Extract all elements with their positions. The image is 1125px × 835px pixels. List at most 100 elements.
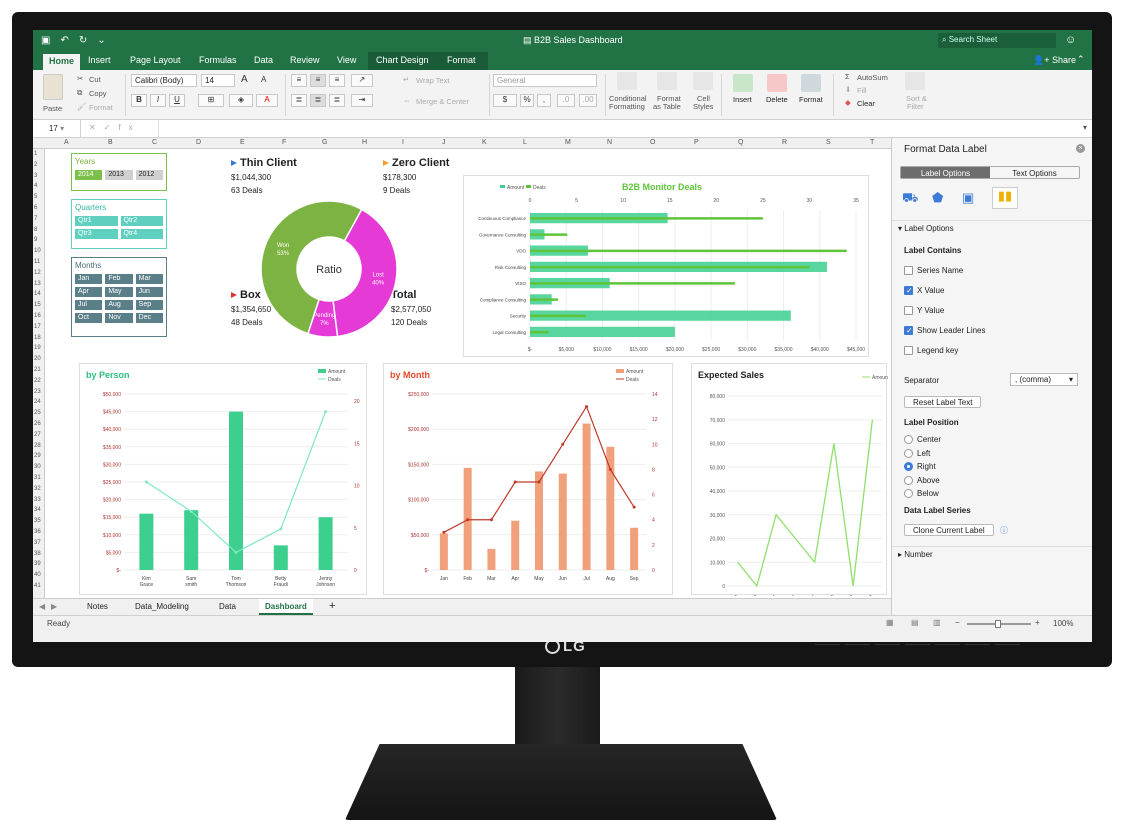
- row-header[interactable]: 14: [34, 291, 41, 297]
- checkbox[interactable]: ✓: [904, 326, 913, 335]
- merge-center-button[interactable]: Merge & Center: [416, 97, 469, 106]
- column-header[interactable]: K: [482, 139, 487, 146]
- wrap-text-button[interactable]: Wrap Text: [416, 76, 450, 85]
- comma-button[interactable]: ,: [537, 94, 551, 107]
- row-header[interactable]: 7: [34, 216, 37, 222]
- column-header[interactable]: S: [826, 139, 831, 146]
- column-header[interactable]: R: [782, 139, 787, 146]
- sheet-tab-notes[interactable]: Notes: [87, 602, 108, 611]
- radio-label[interactable]: Above: [917, 476, 940, 485]
- row-header[interactable]: 16: [34, 313, 41, 319]
- fill-color-button[interactable]: ◈: [229, 94, 253, 107]
- row-header[interactable]: 6: [34, 205, 37, 211]
- row-header[interactable]: 30: [34, 464, 41, 470]
- sheet-tab-dashboard[interactable]: Dashboard: [259, 599, 313, 615]
- column-header[interactable]: G: [322, 139, 327, 146]
- expand-formula-icon[interactable]: ▾: [1083, 123, 1087, 132]
- slicer-item-2012[interactable]: 2012: [135, 170, 163, 180]
- row-header[interactable]: 32: [34, 486, 41, 492]
- section-number[interactable]: ▸ Number: [892, 546, 1092, 562]
- zoom-slider-handle[interactable]: [995, 620, 1001, 628]
- font-size-select[interactable]: 14: [201, 74, 235, 87]
- checkbox-label[interactable]: X Value: [917, 286, 944, 295]
- radio-button[interactable]: [904, 489, 913, 498]
- column-header[interactable]: O: [650, 139, 655, 146]
- radio-label[interactable]: Left: [917, 449, 930, 458]
- tab-chart-design[interactable]: Chart Design: [376, 55, 429, 65]
- expected-sales-chart[interactable]: Expected Sales Amount 0 10,000 20,000 30,000 4…: [691, 363, 890, 605]
- row-header[interactable]: 22: [34, 378, 41, 384]
- italic-button[interactable]: I: [150, 94, 166, 107]
- format-cells-button[interactable]: Format: [799, 95, 823, 104]
- row-header[interactable]: 19: [34, 345, 41, 351]
- normal-view-icon[interactable]: ▦: [886, 618, 894, 627]
- column-header[interactable]: A: [64, 139, 69, 146]
- slicer-item-2013[interactable]: 2013: [105, 170, 133, 180]
- cut-button[interactable]: Cut: [89, 75, 101, 84]
- clone-current-label-button[interactable]: Clone Current Label: [904, 524, 994, 536]
- row-header[interactable]: 37: [34, 540, 41, 546]
- radio-button[interactable]: [904, 462, 913, 471]
- row-header[interactable]: 12: [34, 270, 41, 276]
- fill-line-icon[interactable]: ⛟: [902, 190, 918, 206]
- reset-label-text-button[interactable]: Reset Label Text: [904, 396, 982, 408]
- row-header[interactable]: 10: [34, 248, 41, 254]
- sheet-tab-data[interactable]: Data: [219, 602, 236, 611]
- row-header[interactable]: 24: [34, 399, 41, 405]
- align-right-button[interactable]: ≣: [329, 94, 345, 107]
- row-header[interactable]: 5: [34, 194, 37, 200]
- radio-button[interactable]: [904, 448, 913, 458]
- row-header[interactable]: 26: [34, 421, 41, 427]
- align-top-button[interactable]: ≡: [291, 74, 307, 87]
- prev-sheet-icon[interactable]: ◀: [39, 602, 45, 611]
- row-header[interactable]: 40: [34, 572, 41, 578]
- bold-button[interactable]: B: [131, 94, 147, 107]
- row-header[interactable]: 4: [34, 183, 37, 189]
- checkbox-label[interactable]: Show Leader Lines: [917, 326, 986, 335]
- tab-data[interactable]: Data: [254, 55, 273, 65]
- save-icon[interactable]: ▣: [41, 35, 50, 46]
- share-button[interactable]: 👤+ Share: [1033, 55, 1076, 66]
- add-sheet-icon[interactable]: +: [329, 600, 335, 612]
- column-header[interactable]: I: [402, 139, 404, 146]
- slicer-item-month[interactable]: Apr: [75, 287, 103, 297]
- clipboard-icon[interactable]: [43, 74, 63, 100]
- undo-icon[interactable]: ↶: [60, 35, 68, 46]
- checkbox[interactable]: [904, 266, 913, 275]
- checkbox[interactable]: ✓: [904, 286, 913, 295]
- indent-button[interactable]: ⇥: [351, 94, 373, 107]
- close-icon[interactable]: ×: [1076, 144, 1085, 153]
- row-header[interactable]: 28: [34, 443, 41, 449]
- label-options-icon[interactable]: ▮▮: [992, 187, 1018, 209]
- row-header[interactable]: 3: [34, 173, 37, 179]
- zoom-out-icon[interactable]: −: [955, 618, 960, 627]
- clear-button[interactable]: Clear: [857, 99, 875, 108]
- format-painter-button[interactable]: Format: [89, 103, 113, 112]
- ratio-donut-chart[interactable]: Won 53% Lost 40% Pending 7% Ratio: [259, 199, 399, 339]
- slicer-item-month[interactable]: Jul: [75, 300, 103, 310]
- row-header[interactable]: 9: [34, 237, 37, 243]
- months-slicer[interactable]: Months Jan Feb Mar Apr May Jun Jul Aug Sep Oct Nov…: [71, 257, 167, 337]
- row-header[interactable]: 21: [34, 367, 41, 373]
- years-slicer[interactable]: Years 2014 2013 2012: [71, 153, 167, 191]
- font-name-select[interactable]: Calibri (Body): [131, 74, 197, 87]
- by-month-chart[interactable]: by Month Amount Deals $- $50,000 $100,000 $150…: [383, 363, 673, 595]
- b2b-monitor-deals-chart[interactable]: B2B Monitor Deals Amount Deals 0 5 10 15 20 25 30…: [463, 175, 869, 357]
- align-bottom-button[interactable]: ≡: [329, 74, 345, 87]
- fill-button[interactable]: Fill: [857, 86, 867, 95]
- column-header[interactable]: H: [362, 139, 367, 146]
- separator-select[interactable]: , (comma) ▾: [1010, 373, 1078, 386]
- slicer-item-month[interactable]: Nov: [105, 313, 133, 323]
- column-header[interactable]: T: [870, 139, 874, 146]
- feedback-smiley-icon[interactable]: ☺: [1065, 34, 1076, 46]
- row-header[interactable]: 35: [34, 518, 41, 524]
- slicer-item-qtr3[interactable]: Qtr3: [75, 229, 118, 239]
- slicer-item-month[interactable]: Dec: [135, 313, 163, 323]
- tab-review[interactable]: Review: [290, 55, 320, 65]
- next-sheet-icon[interactable]: ▶: [51, 602, 57, 611]
- radio-button[interactable]: [904, 475, 913, 485]
- tab-format[interactable]: Format: [447, 55, 476, 65]
- row-header[interactable]: 2: [34, 162, 37, 168]
- column-header[interactable]: D: [196, 139, 201, 146]
- radio-button[interactable]: [904, 435, 913, 444]
